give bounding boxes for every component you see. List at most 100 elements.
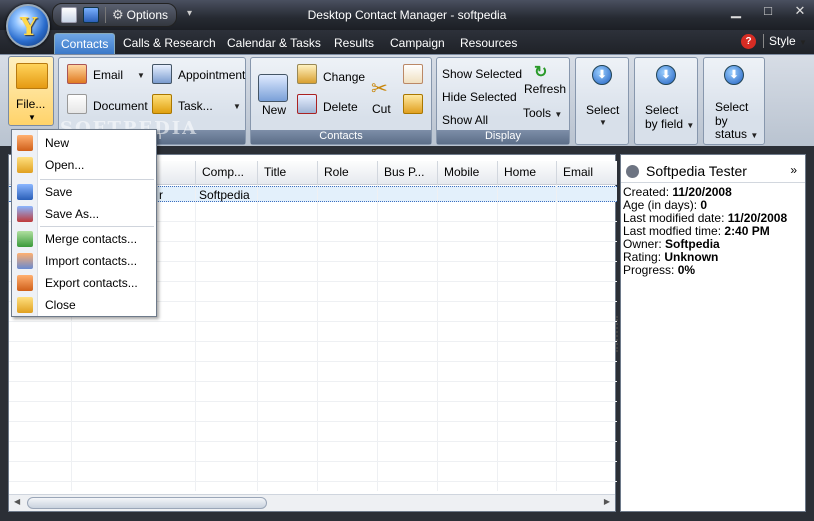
grid-line <box>9 321 617 322</box>
close-folder-icon <box>17 297 33 313</box>
column-header-business-phone[interactable]: Bus P... <box>377 161 437 185</box>
menu-item-label: Export contacts... <box>45 276 138 290</box>
email-button[interactable]: Email <box>93 68 123 82</box>
appointment-label: Appointment <box>178 68 246 82</box>
scrollbar-thumb[interactable] <box>27 497 267 509</box>
select-by-status-button[interactable]: ⬇ Select by status ▼ <box>703 57 765 145</box>
select-label: Select <box>586 103 620 117</box>
task-dropdown-icon[interactable]: ▼ <box>233 102 241 111</box>
select-by-field-button[interactable]: ⬇ Select by field ▼ <box>634 57 698 145</box>
calendar-icon <box>152 64 172 84</box>
grid-line <box>9 481 617 482</box>
grid-line <box>9 461 617 462</box>
menu-item-label: New <box>45 136 70 150</box>
delete-button[interactable]: Delete <box>323 100 358 114</box>
chevron-down-icon: ▼ <box>799 38 807 47</box>
import-icon <box>17 253 33 269</box>
contact-name: Softpedia Tester <box>646 163 747 179</box>
close-icon[interactable]: ✕ <box>792 3 808 19</box>
show-all-button[interactable]: Show All <box>442 113 488 127</box>
tools-button[interactable]: Tools ▼ <box>523 106 562 120</box>
select-by-status-label-1: Select <box>715 100 749 114</box>
menu-item-merge-contacts[interactable]: Merge contacts... <box>12 229 156 249</box>
menu-item-save-as[interactable]: Save As... <box>12 204 156 224</box>
field-label: Created: <box>623 185 670 199</box>
menu-item-label: Import contacts... <box>45 254 138 268</box>
change-button[interactable]: Change <box>323 70 365 84</box>
menu-item-open[interactable]: Open... <box>12 155 156 175</box>
collapse-panel-icon[interactable]: » <box>790 163 797 177</box>
column-header-title[interactable]: Title <box>257 161 317 185</box>
column-header-mobile[interactable]: Mobile <box>437 161 497 185</box>
tab-calendar-tasks[interactable]: Calendar & Tasks <box>221 33 327 54</box>
grid-line <box>317 185 318 491</box>
menu-item-save[interactable]: Save <box>12 182 156 202</box>
app-menu-button[interactable]: Y <box>6 4 50 48</box>
copy-icon[interactable] <box>403 64 423 84</box>
style-label: Style <box>769 34 796 48</box>
file-button[interactable]: File... ▼ <box>8 56 54 126</box>
contacts-group: New Change Delete ✂ Cut Contacts <box>250 57 432 145</box>
chevron-down-icon: ▼ <box>599 118 607 127</box>
column-header-role[interactable]: Role <box>317 161 377 185</box>
app-logo-icon: Y <box>20 12 38 41</box>
merge-icon <box>17 231 33 247</box>
grid-line <box>377 185 378 491</box>
open-folder-icon <box>17 157 33 173</box>
grid-line <box>497 185 498 491</box>
document-button[interactable]: Document <box>93 99 148 113</box>
by-field-text: by field <box>645 117 684 131</box>
refresh-button[interactable]: Refresh <box>524 82 566 96</box>
export-icon <box>17 275 33 291</box>
display-group-label: Display <box>437 130 569 144</box>
email-dropdown-icon[interactable]: ▼ <box>137 71 145 80</box>
paste-icon[interactable] <box>403 94 423 114</box>
tools-label: Tools <box>523 106 552 120</box>
tab-calls-research[interactable]: Calls & Research <box>117 33 222 54</box>
field-label: Progress: <box>623 263 675 277</box>
task-button[interactable]: Task... <box>178 99 213 113</box>
select-by-field-label-2: by field ▼ <box>645 117 694 131</box>
new-contact-button[interactable]: New <box>262 103 286 117</box>
tab-contacts[interactable]: Contacts <box>54 33 116 54</box>
new-label: New <box>262 103 287 117</box>
menu-item-new[interactable]: New <box>12 133 156 153</box>
scroll-right-icon[interactable]: ▶ <box>604 497 610 506</box>
menu-item-close[interactable]: Close <box>12 295 156 315</box>
menu-item-export-contacts[interactable]: Export contacts... <box>12 273 156 293</box>
menu-item-import-contacts[interactable]: Import contacts... <box>12 251 156 271</box>
contact-details-panel: Softpedia Tester » Created: 11/20/2008 A… <box>620 154 806 512</box>
delete-icon <box>297 94 317 114</box>
column-header-company[interactable]: Comp... <box>195 161 257 185</box>
tab-resources[interactable]: Resources <box>454 33 523 54</box>
contacts-group-label: Contacts <box>251 130 431 144</box>
column-header-email[interactable]: Email <box>556 161 617 185</box>
menu-separator <box>40 226 154 227</box>
select-by-status-label-2: by <box>715 114 728 128</box>
field-value: 0% <box>677 263 696 277</box>
horizontal-scrollbar[interactable]: ◀ ▶ <box>9 494 615 511</box>
help-icon[interactable]: ? <box>741 34 756 49</box>
select-button[interactable]: ⬇ Select ▼ <box>575 57 629 145</box>
column-header-home[interactable]: Home <box>497 161 556 185</box>
grid-line <box>257 185 258 491</box>
contact-panel-header: Softpedia Tester » <box>621 161 805 183</box>
style-menu[interactable]: Style ▼ <box>763 34 807 48</box>
edit-icon <box>297 64 317 84</box>
cut-label: Cut <box>372 102 391 116</box>
tab-campaign[interactable]: Campaign <box>384 33 451 54</box>
tab-results[interactable]: Results <box>328 33 380 54</box>
menu-separator <box>40 179 154 180</box>
menu-item-label: Merge contacts... <box>45 232 138 246</box>
appointment-button[interactable]: Appointment <box>178 68 245 82</box>
minimize-icon[interactable]: ▁ <box>728 3 744 19</box>
maximize-icon[interactable]: □ <box>760 3 776 19</box>
window-controls: ▁ □ ✕ <box>728 3 808 19</box>
display-group: Show Selected Hide Selected Show All ↻ R… <box>436 57 570 145</box>
scroll-left-icon[interactable]: ◀ <box>14 497 20 506</box>
email-icon <box>67 64 87 84</box>
show-selected-button[interactable]: Show Selected <box>442 67 522 81</box>
hide-selected-button[interactable]: Hide Selected <box>442 90 517 104</box>
select-arrow-icon: ⬇ <box>592 65 612 85</box>
cut-button[interactable]: Cut <box>372 102 391 116</box>
